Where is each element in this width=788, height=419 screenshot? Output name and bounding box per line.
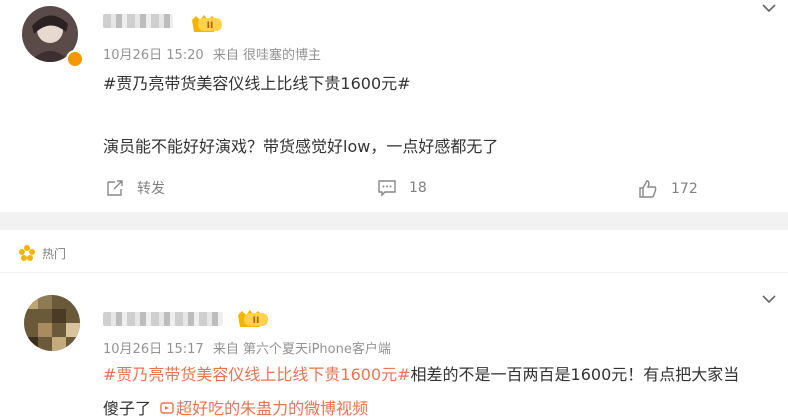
hot-comments-card: 热门 II 10月26日 15:17 来自 第六个夏天iPhone客户端 #贾乃…	[0, 230, 788, 419]
chevron-down-icon[interactable]	[761, 294, 777, 304]
comment-text-2: 傻子了	[103, 399, 152, 418]
video-link[interactable]: 超好吃的朱蛊力的微博视频	[156, 399, 368, 418]
vip-level: II	[207, 21, 214, 31]
vip-crown-icon: II	[192, 15, 222, 32]
comment-icon	[378, 180, 396, 197]
video-icon	[160, 402, 174, 414]
weibo-post-card: II 10月26日 15:20 来自 很哇塞的博主 #贾乃亮带货美容仪线上比线下…	[0, 0, 788, 212]
topic-link[interactable]: #贾乃亮带货美容仪线上比线下贵1600元#	[103, 70, 411, 94]
topic-link[interactable]: #贾乃亮带货美容仪线上比线下贵1600元#	[103, 365, 411, 384]
comment-button[interactable]: 18	[377, 178, 427, 198]
comment-line-1: #贾乃亮带货美容仪线上比线下贵1600元#相差的不是一百两百是1600元！有点把…	[103, 361, 739, 385]
vip-crown-icon: II	[238, 310, 268, 327]
repost-icon	[107, 180, 123, 196]
comment-count: 18	[409, 180, 427, 196]
hot-section-label: 热门	[42, 246, 67, 261]
author-name[interactable]	[103, 14, 173, 28]
divider	[0, 272, 788, 273]
flower-icon	[19, 245, 35, 261]
post-source: 来自 很哇塞的博主	[212, 48, 321, 63]
comment-meta: 10月26日 15:17 来自 第六个夏天iPhone客户端	[103, 338, 396, 357]
verified-badge-icon	[66, 50, 84, 68]
comment-line-2: 傻子了 超好吃的朱蛊力的微博视频	[103, 395, 368, 419]
vip-level: II	[253, 316, 260, 326]
repost-label: 转发	[137, 181, 165, 197]
comment-source: 来自 第六个夏天iPhone客户端	[212, 342, 391, 357]
hot-section-header: 热门	[18, 244, 66, 262]
video-link-label: 超好吃的朱蛊力的微博视频	[176, 399, 369, 418]
like-count: 172	[671, 181, 698, 197]
post-time[interactable]: 10月26日 15:20	[103, 48, 204, 63]
like-icon	[639, 180, 657, 198]
post-content: 演员能不能好好演戏？带货感觉好low，一点好感都无了	[103, 137, 499, 156]
comment-time[interactable]: 10月26日 15:17	[103, 342, 204, 357]
like-button[interactable]: 172	[637, 178, 698, 200]
comment-text: 相差的不是一百两百是1600元！有点把大家当	[410, 365, 740, 384]
author-name[interactable]	[103, 312, 223, 326]
repost-button[interactable]: 转发	[105, 178, 165, 198]
chevron-down-icon[interactable]	[761, 3, 777, 13]
post-meta: 10月26日 15:20 来自 很哇塞的博主	[103, 44, 326, 63]
avatar[interactable]	[24, 295, 80, 351]
